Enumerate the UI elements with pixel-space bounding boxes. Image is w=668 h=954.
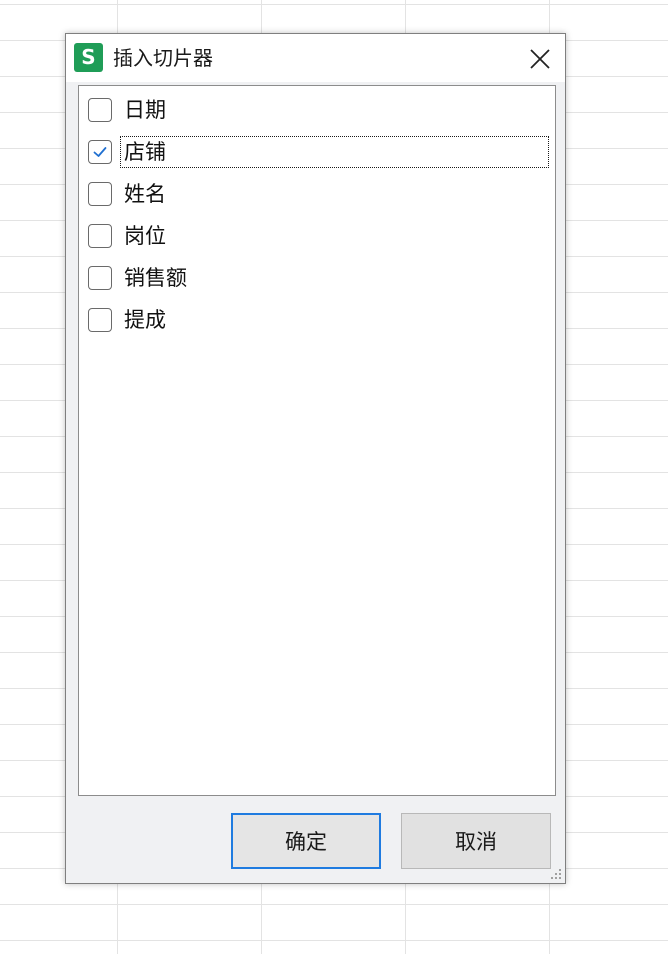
checkmark-icon [93,147,107,157]
spreadsheet-app-icon: S [74,43,103,72]
resize-grip-icon[interactable] [548,866,562,880]
list-item-store[interactable]: 店铺 [88,135,549,169]
list-item-commission[interactable]: 提成 [88,303,548,337]
checkbox-sales[interactable] [88,266,112,290]
insert-slicer-dialog: S 插入切片器 日期 店铺 姓名 岗位 销售额 提成 确定 取消 [65,33,566,884]
list-item-date[interactable]: 日期 [88,93,548,127]
list-item-label: 提成 [124,308,166,332]
cancel-button[interactable]: 取消 [401,813,551,869]
ok-button[interactable]: 确定 [231,813,381,869]
checkbox-position[interactable] [88,224,112,248]
list-item-label: 店铺 [120,136,549,168]
list-item-label: 岗位 [124,224,166,248]
close-icon [530,49,550,69]
dialog-titlebar: S 插入切片器 [66,34,565,82]
list-item-sales[interactable]: 销售额 [88,261,548,295]
checkbox-commission[interactable] [88,308,112,332]
checkbox-date[interactable] [88,98,112,122]
list-item-label: 销售额 [124,266,187,290]
list-item-position[interactable]: 岗位 [88,219,548,253]
dialog-title: 插入切片器 [113,46,213,70]
list-item-label: 姓名 [124,182,166,206]
list-item-label: 日期 [124,98,166,122]
checkbox-name[interactable] [88,182,112,206]
list-item-name[interactable]: 姓名 [88,177,548,211]
field-list: 日期 店铺 姓名 岗位 销售额 提成 [78,85,556,796]
checkbox-store[interactable] [88,140,112,164]
close-button[interactable] [523,42,557,76]
